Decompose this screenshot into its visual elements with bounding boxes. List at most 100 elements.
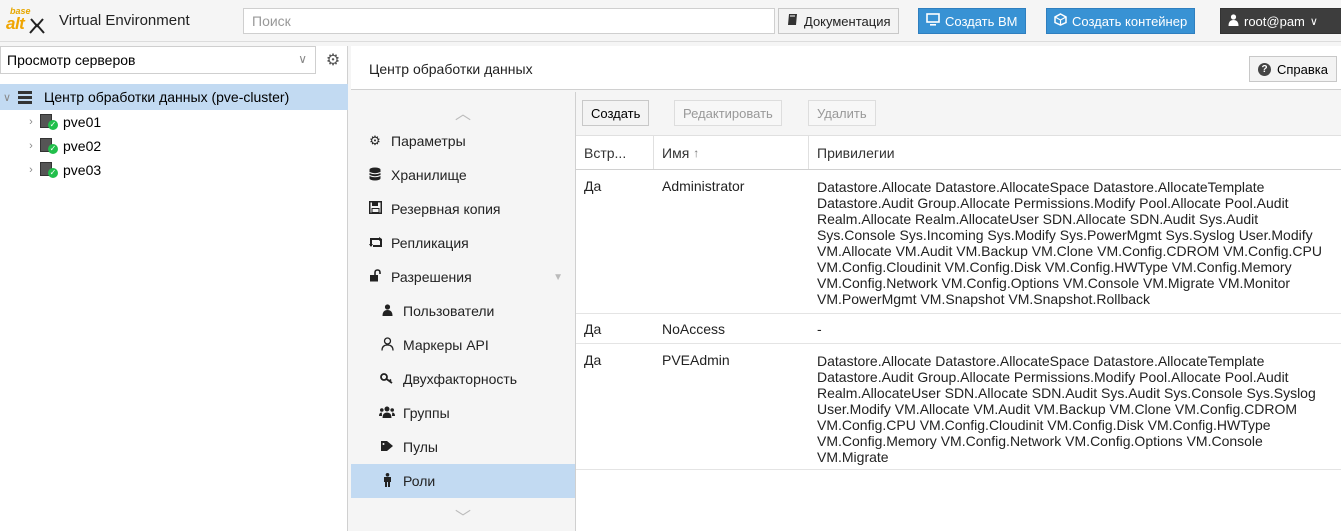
resource-tree-panel: Просмотр серверов ∨ ⚙ ∨ Центр обработки … (0, 46, 348, 531)
create-vm-label: Создать ВМ (945, 13, 1018, 29)
server-online-icon: ✓ (40, 162, 58, 178)
nav-item-permissions[interactable]: Разрешения ▼ (351, 260, 575, 294)
cell-privileges: Datastore.Allocate Datastore.AllocateSpa… (817, 353, 1316, 465)
search-input[interactable] (243, 8, 775, 34)
top-bar: base alt Virtual Environment Документаци… (0, 0, 1341, 42)
column-header-builtin[interactable]: Встр... (576, 136, 654, 169)
user-outline-icon (377, 336, 397, 354)
roles-toolbar: Создать Редактировать Удалить (576, 92, 1341, 136)
nav-item-options[interactable]: ⚙ Параметры (351, 124, 575, 158)
table-row[interactable]: Да PVEAdmin Datastore.Allocate Datastore… (576, 344, 1341, 470)
database-icon (365, 167, 385, 184)
tree-item-label: Центр обработки данных (pve-cluster) (44, 89, 290, 105)
user-icon (377, 303, 397, 319)
nav-item-groups[interactable]: Группы (351, 396, 575, 430)
floppy-icon (365, 201, 385, 217)
key-icon (377, 372, 397, 387)
user-menu-button[interactable]: root@pam ∨ (1220, 8, 1341, 34)
cube-icon (1054, 13, 1067, 29)
column-header-name[interactable]: Имя ↑ (654, 136, 809, 169)
nav-item-replication[interactable]: Репликация (351, 226, 575, 260)
logo-mascot-icon (29, 18, 45, 34)
nav-item-pools[interactable]: Пулы (351, 430, 575, 464)
table-row[interactable]: Да NoAccess - (576, 314, 1341, 344)
cell-name: NoAccess (662, 321, 726, 337)
chevron-right-icon[interactable]: › (24, 164, 38, 176)
help-label: Справка (1277, 61, 1328, 77)
tree-item-label: pve01 (63, 114, 102, 130)
user-label: root@pam (1244, 13, 1305, 29)
chevron-down-icon: ∨ (298, 52, 307, 66)
nav-item-label: Двухфакторность (403, 371, 518, 387)
chevron-down-icon: ∨ (1309, 15, 1318, 28)
tree-item-datacenter[interactable]: ∨ Центр обработки данных (pve-cluster) (0, 84, 348, 110)
unlock-icon (365, 269, 385, 285)
nav-item-two-factor[interactable]: Двухфакторность (351, 362, 575, 396)
nav-item-label: Хранилище (391, 167, 467, 183)
tags-icon (377, 440, 397, 455)
retweet-icon (365, 236, 385, 251)
view-select[interactable]: Просмотр серверов ∨ (0, 46, 316, 74)
tree-item-node[interactable]: › ✓ pve02 (0, 134, 348, 158)
nav-item-label: Репликация (391, 235, 469, 251)
scroll-down-icon[interactable]: ﹀ (351, 498, 575, 528)
cell-name: PVEAdmin (662, 352, 730, 368)
logo: base alt (6, 6, 46, 36)
edit-button[interactable]: Редактировать (674, 100, 782, 126)
tree-item-label: pve02 (63, 138, 102, 154)
nav-item-label: Маркеры API (403, 337, 489, 353)
view-select-value: Просмотр серверов (7, 52, 136, 68)
gear-icon: ⚙ (369, 133, 381, 148)
help-button[interactable]: ? Справка (1249, 56, 1337, 82)
grid-header: Встр... Имя ↑ Привилегии (576, 136, 1341, 170)
column-label: Привилегии (817, 144, 895, 161)
cell-privileges: - (817, 321, 822, 337)
delete-button[interactable]: Удалить (808, 100, 876, 126)
nav-item-roles[interactable]: Роли (351, 464, 575, 498)
breadcrumb-bar: Центр обработки данных ? Справка (351, 46, 1341, 90)
tree-item-label: pve03 (63, 162, 102, 178)
tree-settings-button[interactable]: ⚙ (320, 47, 346, 73)
cell-builtin: Да (584, 352, 602, 368)
documentation-button[interactable]: Документация (778, 8, 899, 34)
nav-item-storage[interactable]: Хранилище (351, 158, 575, 192)
book-icon (786, 13, 799, 29)
nav-item-label: Параметры (391, 133, 466, 149)
nav-item-label: Роли (403, 473, 436, 489)
app-title: Virtual Environment (59, 12, 190, 29)
column-label: Имя (662, 144, 690, 161)
cell-name: Administrator (662, 178, 745, 194)
nav-item-users[interactable]: Пользователи (351, 294, 575, 328)
chevron-down-icon[interactable]: ∨ (0, 91, 14, 104)
sort-ascending-icon: ↑ (693, 145, 700, 160)
create-container-label: Создать контейнер (1072, 13, 1188, 29)
chevron-right-icon[interactable]: › (24, 116, 38, 128)
cell-builtin: Да (584, 178, 602, 194)
nav-item-label: Пулы (403, 439, 438, 455)
scroll-up-icon[interactable]: ︿ (351, 92, 575, 124)
nav-item-api-tokens[interactable]: Маркеры API (351, 328, 575, 362)
chevron-right-icon[interactable]: › (24, 140, 38, 152)
resource-tree: ∨ Центр обработки данных (pve-cluster) ›… (0, 84, 348, 182)
user-icon (1228, 13, 1239, 29)
create-container-button[interactable]: Создать контейнер (1046, 8, 1196, 34)
create-button[interactable]: Создать (582, 100, 650, 126)
column-header-privileges[interactable]: Привилегии (809, 136, 1341, 169)
collapse-icon[interactable]: ▼ (553, 272, 563, 283)
server-online-icon: ✓ (40, 114, 58, 130)
create-vm-button[interactable]: Создать ВМ (918, 8, 1026, 34)
table-row[interactable]: Да Administrator Datastore.Allocate Data… (576, 170, 1341, 314)
gear-icon: ⚙ (325, 52, 341, 69)
cell-privileges: Datastore.Allocate Datastore.AllocateSpa… (817, 179, 1322, 307)
datacenter-icon (18, 90, 34, 104)
server-online-icon: ✓ (40, 138, 58, 154)
column-label: Встр... (584, 144, 627, 161)
tree-item-node[interactable]: › ✓ pve01 (0, 110, 348, 134)
nav-item-label: Группы (403, 405, 450, 421)
nav-item-backup[interactable]: Резервная копия (351, 192, 575, 226)
tree-item-node[interactable]: › ✓ pve03 (0, 158, 348, 182)
datacenter-nav-menu: ︿ ⚙ Параметры Хранилище Резервная копия … (351, 92, 576, 531)
breadcrumb: Центр обработки данных (369, 61, 533, 77)
nav-item-label: Резервная копия (391, 201, 501, 217)
logo-alt-text: alt (6, 14, 25, 33)
